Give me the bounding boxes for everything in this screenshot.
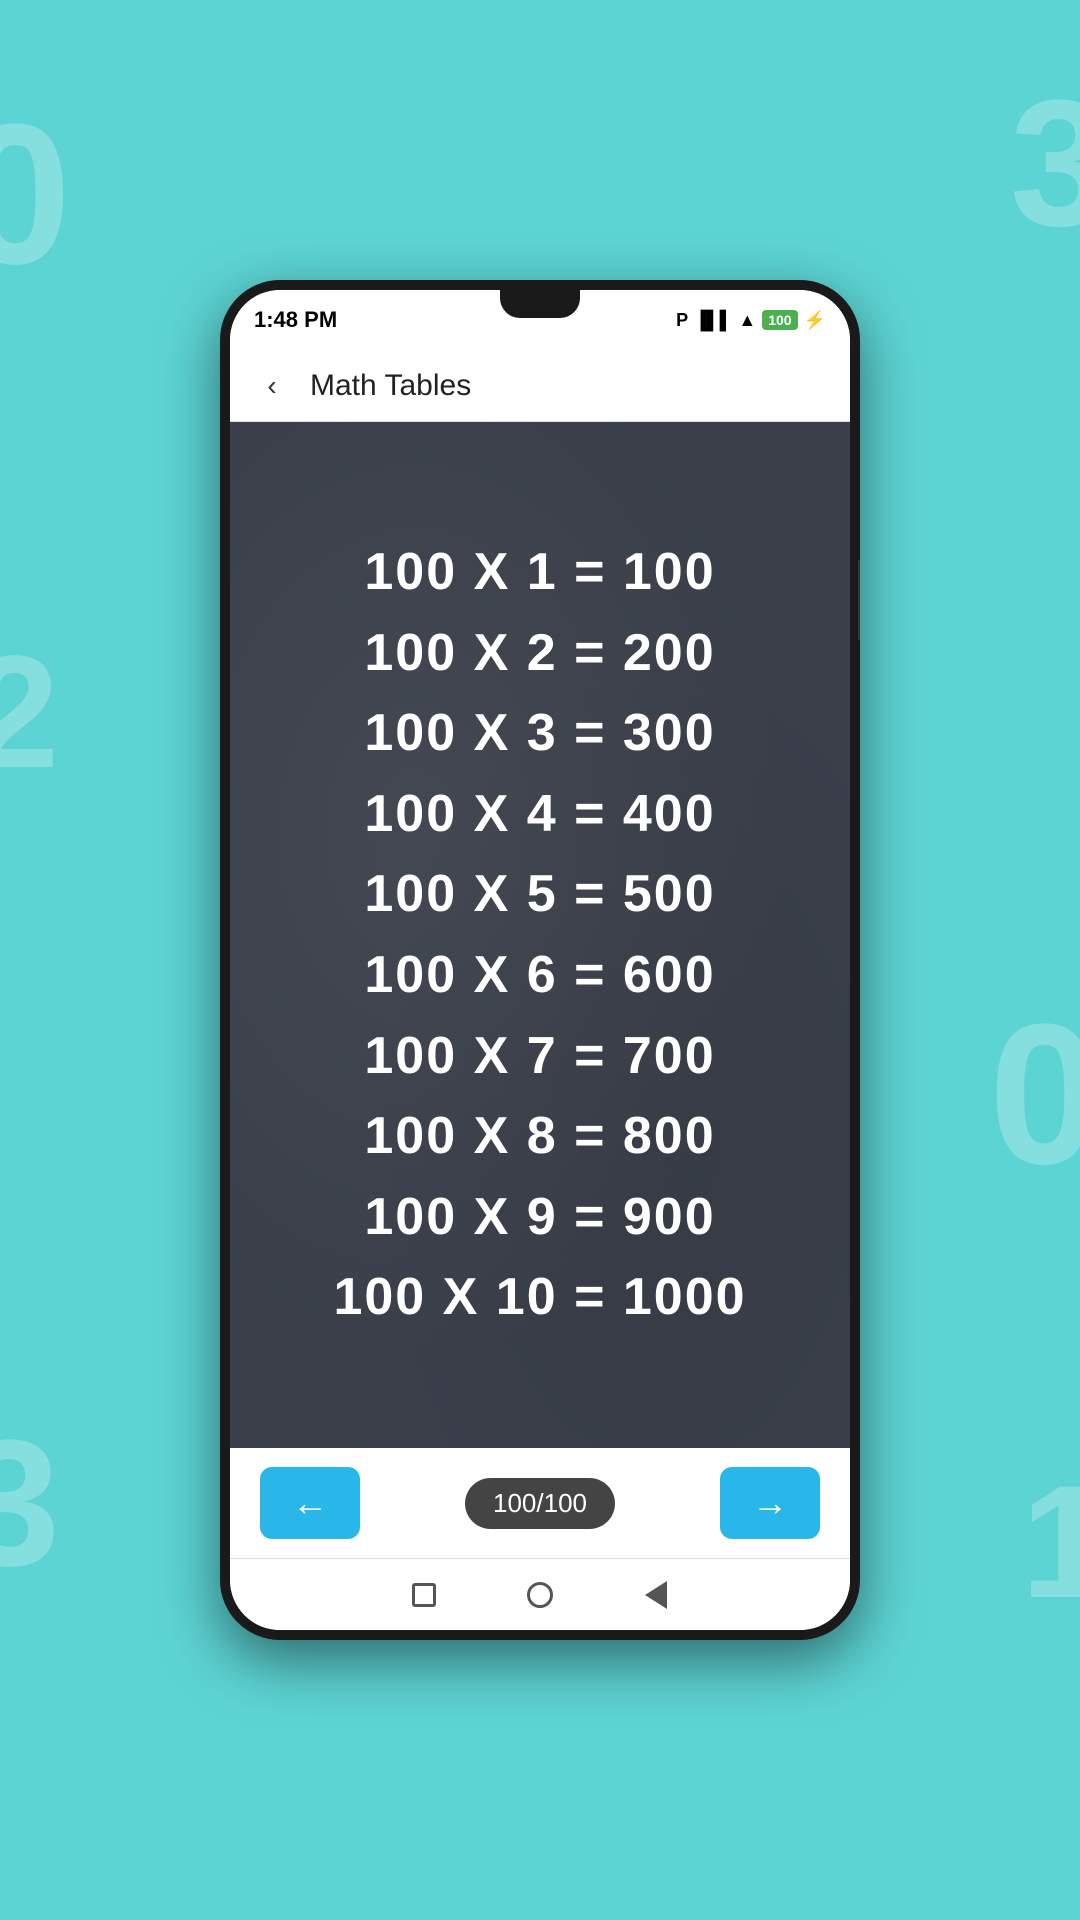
prev-arrow-icon: ← (292, 1482, 328, 1524)
wifi-icon: ▲ (738, 310, 756, 331)
math-row-10: 100 X 10 = 1000 (250, 1257, 830, 1338)
charging-icon: ⚡ (804, 310, 826, 331)
next-arrow-icon: → (752, 1482, 788, 1524)
android-back-button[interactable] (638, 1577, 674, 1613)
square-icon (412, 1583, 436, 1607)
phone-frame: 1:48 PM P ▐▌▌ ▲ 100 ⚡ ‹ Math Tables 100 … (220, 280, 860, 1640)
android-nav-bar (230, 1558, 850, 1630)
p-icon: P (676, 310, 688, 331)
app-bar-title: Math Tables (310, 369, 471, 403)
status-icons: P ▐▌▌ ▲ 100 ⚡ (676, 310, 826, 331)
math-row-3: 100 X 3 = 300 (250, 693, 830, 774)
notch (500, 290, 580, 318)
math-row-1: 100 X 1 = 100 (250, 532, 830, 613)
nav-bar: ← 100/100 → (230, 1448, 850, 1558)
math-row-4: 100 X 4 = 400 (250, 774, 830, 855)
math-row-2: 100 X 2 = 200 (250, 613, 830, 694)
page-indicator: 100/100 (465, 1478, 615, 1529)
math-row-6: 100 X 6 = 600 (250, 935, 830, 1016)
battery-icon: 100 (762, 310, 797, 330)
back-arrow-icon: ‹ (267, 370, 276, 402)
circle-icon (527, 1582, 553, 1608)
back-button[interactable]: ‹ (250, 364, 294, 408)
android-home-button[interactable] (522, 1577, 558, 1613)
chalkboard: 100 X 1 = 100 100 X 2 = 200 100 X 3 = 30… (230, 422, 850, 1448)
triangle-icon (645, 1581, 667, 1609)
phone-screen: 1:48 PM P ▐▌▌ ▲ 100 ⚡ ‹ Math Tables 100 … (230, 290, 850, 1630)
math-row-8: 100 X 8 = 800 (250, 1096, 830, 1177)
math-row-5: 100 X 5 = 500 (250, 854, 830, 935)
next-button[interactable]: → (720, 1467, 820, 1539)
side-button (858, 560, 860, 640)
math-row-7: 100 X 7 = 700 (250, 1016, 830, 1097)
android-square-button[interactable] (406, 1577, 442, 1613)
app-bar: ‹ Math Tables (230, 350, 850, 422)
status-time: 1:48 PM (254, 307, 337, 333)
signal-bars: ▐▌▌ (694, 310, 732, 331)
prev-button[interactable]: ← (260, 1467, 360, 1539)
math-row-9: 100 X 9 = 900 (250, 1177, 830, 1258)
